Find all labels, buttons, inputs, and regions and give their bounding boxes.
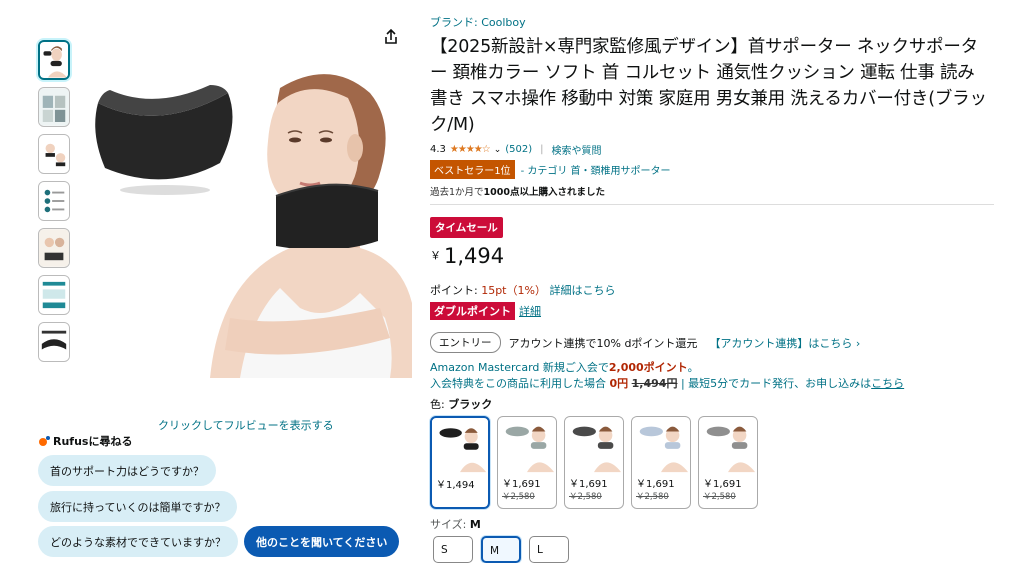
- swatch-old-price: ￥2,580: [569, 492, 602, 502]
- chevron-down-icon[interactable]: ⌄: [494, 145, 502, 155]
- thumbnail-1[interactable]: [38, 40, 70, 80]
- size-option-l[interactable]: L: [529, 536, 569, 563]
- size-option-m[interactable]: M: [481, 536, 521, 563]
- rufus-ask-other-button[interactable]: 他のことを聞いてください: [244, 526, 400, 557]
- bestseller-badge[interactable]: ベストセラー1位: [430, 160, 515, 179]
- bought-info: 過去1か月で1000点以上購入されました: [430, 184, 1000, 198]
- size-options: S M L: [433, 536, 1000, 563]
- size-label: サイズ: M: [430, 516, 1000, 532]
- points-value: 15pt（1%）: [481, 284, 546, 297]
- size-label-prefix: サイズ:: [430, 518, 470, 531]
- brand-link[interactable]: ブランド: Coolboy: [430, 14, 1000, 30]
- price-amount: 1,494: [444, 244, 505, 268]
- color-swatches: ￥1,494 ￥1,691 ￥2,580 ￥1,691 ￥2,580 ￥1,69…: [430, 416, 1000, 509]
- swatch-price: ￥1,691: [703, 479, 742, 490]
- rufus-title-text: Rufusに尋ねる: [53, 435, 133, 448]
- swatch-black[interactable]: ￥1,494: [430, 416, 490, 509]
- product-info: ブランド: Coolboy 【2025新設計×専門家監修風デザイン】首サポーター…: [430, 14, 1000, 563]
- swatch-image: [632, 417, 690, 473]
- swatch-image: [432, 419, 488, 473]
- rufus-question-2[interactable]: 旅行に持っていくのは簡単ですか？: [38, 491, 238, 522]
- mc-old-price: 1,494円: [631, 377, 678, 390]
- swatch-gray[interactable]: ￥1,691 ￥2,580: [698, 416, 758, 509]
- thumbnail-5[interactable]: [38, 228, 70, 268]
- selected-size: M: [469, 518, 481, 531]
- points-row: ポイント: 15pt（1%） 詳細はこちら: [430, 282, 1000, 298]
- thumbnail-strip: [38, 40, 72, 369]
- swatch-image: [565, 417, 623, 473]
- divider-line: [430, 204, 994, 205]
- thumbnail-3[interactable]: [38, 134, 70, 174]
- swatch-price: ￥1,691: [569, 479, 608, 490]
- color-label-prefix: 色:: [430, 398, 449, 411]
- mc-line2-prefix: 入会特典をこの商品に利用した場合: [430, 377, 610, 390]
- double-point-badge: ダブルポイント: [430, 302, 515, 320]
- swatch-old-price: ￥2,580: [703, 492, 736, 502]
- swatch-gray-green[interactable]: ￥1,691 ￥2,580: [497, 416, 557, 509]
- qa-link[interactable]: 検索や質問: [552, 142, 602, 157]
- rufus-question-3[interactable]: どのような素材でできていますか？: [38, 526, 238, 557]
- rufus-question-1[interactable]: 首のサポート力はどうですか？: [38, 455, 216, 486]
- rufus-title: Rufusに尋ねる: [38, 433, 132, 449]
- star-rating-icon[interactable]: ★★★★☆: [450, 144, 491, 155]
- thumbnail-2[interactable]: [38, 87, 70, 127]
- divider: |: [540, 144, 544, 155]
- mc-line1-prefix: Amazon Mastercard 新規ご入会で: [430, 361, 609, 374]
- swatch-price: ￥1,691: [636, 479, 675, 490]
- bought-prefix: 過去1か月で: [430, 187, 484, 198]
- rating-value: 4.3: [430, 144, 446, 155]
- bought-count: 1000点以上購入されました: [483, 187, 605, 198]
- swatch-light-blue[interactable]: ￥1,691 ￥2,580: [631, 416, 691, 509]
- entry-text: アカウント連携で10% dポイント還元: [508, 336, 698, 350]
- points-label: ポイント:: [430, 284, 482, 297]
- rating-row: 4.3 ★★★★☆ ⌄ (502) | 検索や質問: [430, 142, 1000, 157]
- mc-apply-link[interactable]: こちら: [871, 377, 904, 390]
- main-product-image[interactable]: [90, 48, 412, 378]
- account-link[interactable]: 【アカウント連携】はこちら ›: [709, 335, 860, 351]
- mc-line1-suffix: 。: [687, 361, 699, 374]
- size-option-s[interactable]: S: [433, 536, 473, 563]
- time-sale-badge: タイムセール: [430, 217, 503, 238]
- entry-button[interactable]: エントリー: [430, 332, 501, 353]
- color-label: 色: ブラック: [430, 396, 1000, 412]
- mc-zero-price: 0円: [609, 377, 629, 390]
- swatch-price: ￥1,494: [436, 480, 475, 491]
- thumbnail-6[interactable]: [38, 275, 70, 315]
- selected-color: ブラック: [448, 398, 493, 411]
- mc-points: 2,000ポイント: [608, 361, 688, 374]
- currency-symbol: ￥: [430, 249, 441, 262]
- rating-count-link[interactable]: (502): [505, 144, 532, 155]
- swatch-old-price: ￥2,580: [502, 492, 535, 502]
- thumbnail-7[interactable]: [38, 322, 70, 362]
- double-point-link[interactable]: 詳細: [519, 303, 541, 319]
- swatch-image: [699, 417, 757, 473]
- thumbnail-4[interactable]: [38, 181, 70, 221]
- swatch-old-price: ￥2,580: [636, 492, 669, 502]
- category-link[interactable]: - カテゴリ 首・頚椎用サポーター: [521, 162, 671, 177]
- swatch-price: ￥1,691: [502, 479, 541, 490]
- mc-line2-suffix: | 最短5分でカード発行、お申し込みは: [677, 377, 872, 390]
- entry-row: エントリー アカウント連携で10% dポイント還元 【アカウント連携】はこちら …: [430, 332, 1000, 353]
- swatch-image: [498, 417, 556, 473]
- double-point-row: ダブルポイント 詳細: [430, 302, 1000, 320]
- fullview-link[interactable]: クリックしてフルビューを表示する: [158, 417, 334, 433]
- bestseller-row: ベストセラー1位 - カテゴリ 首・頚椎用サポーター: [430, 160, 1000, 179]
- price: ￥ 1,494: [430, 244, 1000, 268]
- rufus-sparkle-icon: [38, 435, 50, 447]
- product-title: 【2025新設計×専門家監修風デザイン】首サポーター ネックサポーター 頚椎カラ…: [430, 37, 987, 135]
- share-icon[interactable]: [382, 28, 400, 46]
- swatch-dark-gray[interactable]: ￥1,691 ￥2,580: [564, 416, 624, 509]
- points-detail-link[interactable]: 詳細はこちら: [549, 284, 615, 297]
- mastercard-promo: Amazon Mastercard 新規ご入会で2,000ポイント。 入会特典を…: [430, 360, 1000, 392]
